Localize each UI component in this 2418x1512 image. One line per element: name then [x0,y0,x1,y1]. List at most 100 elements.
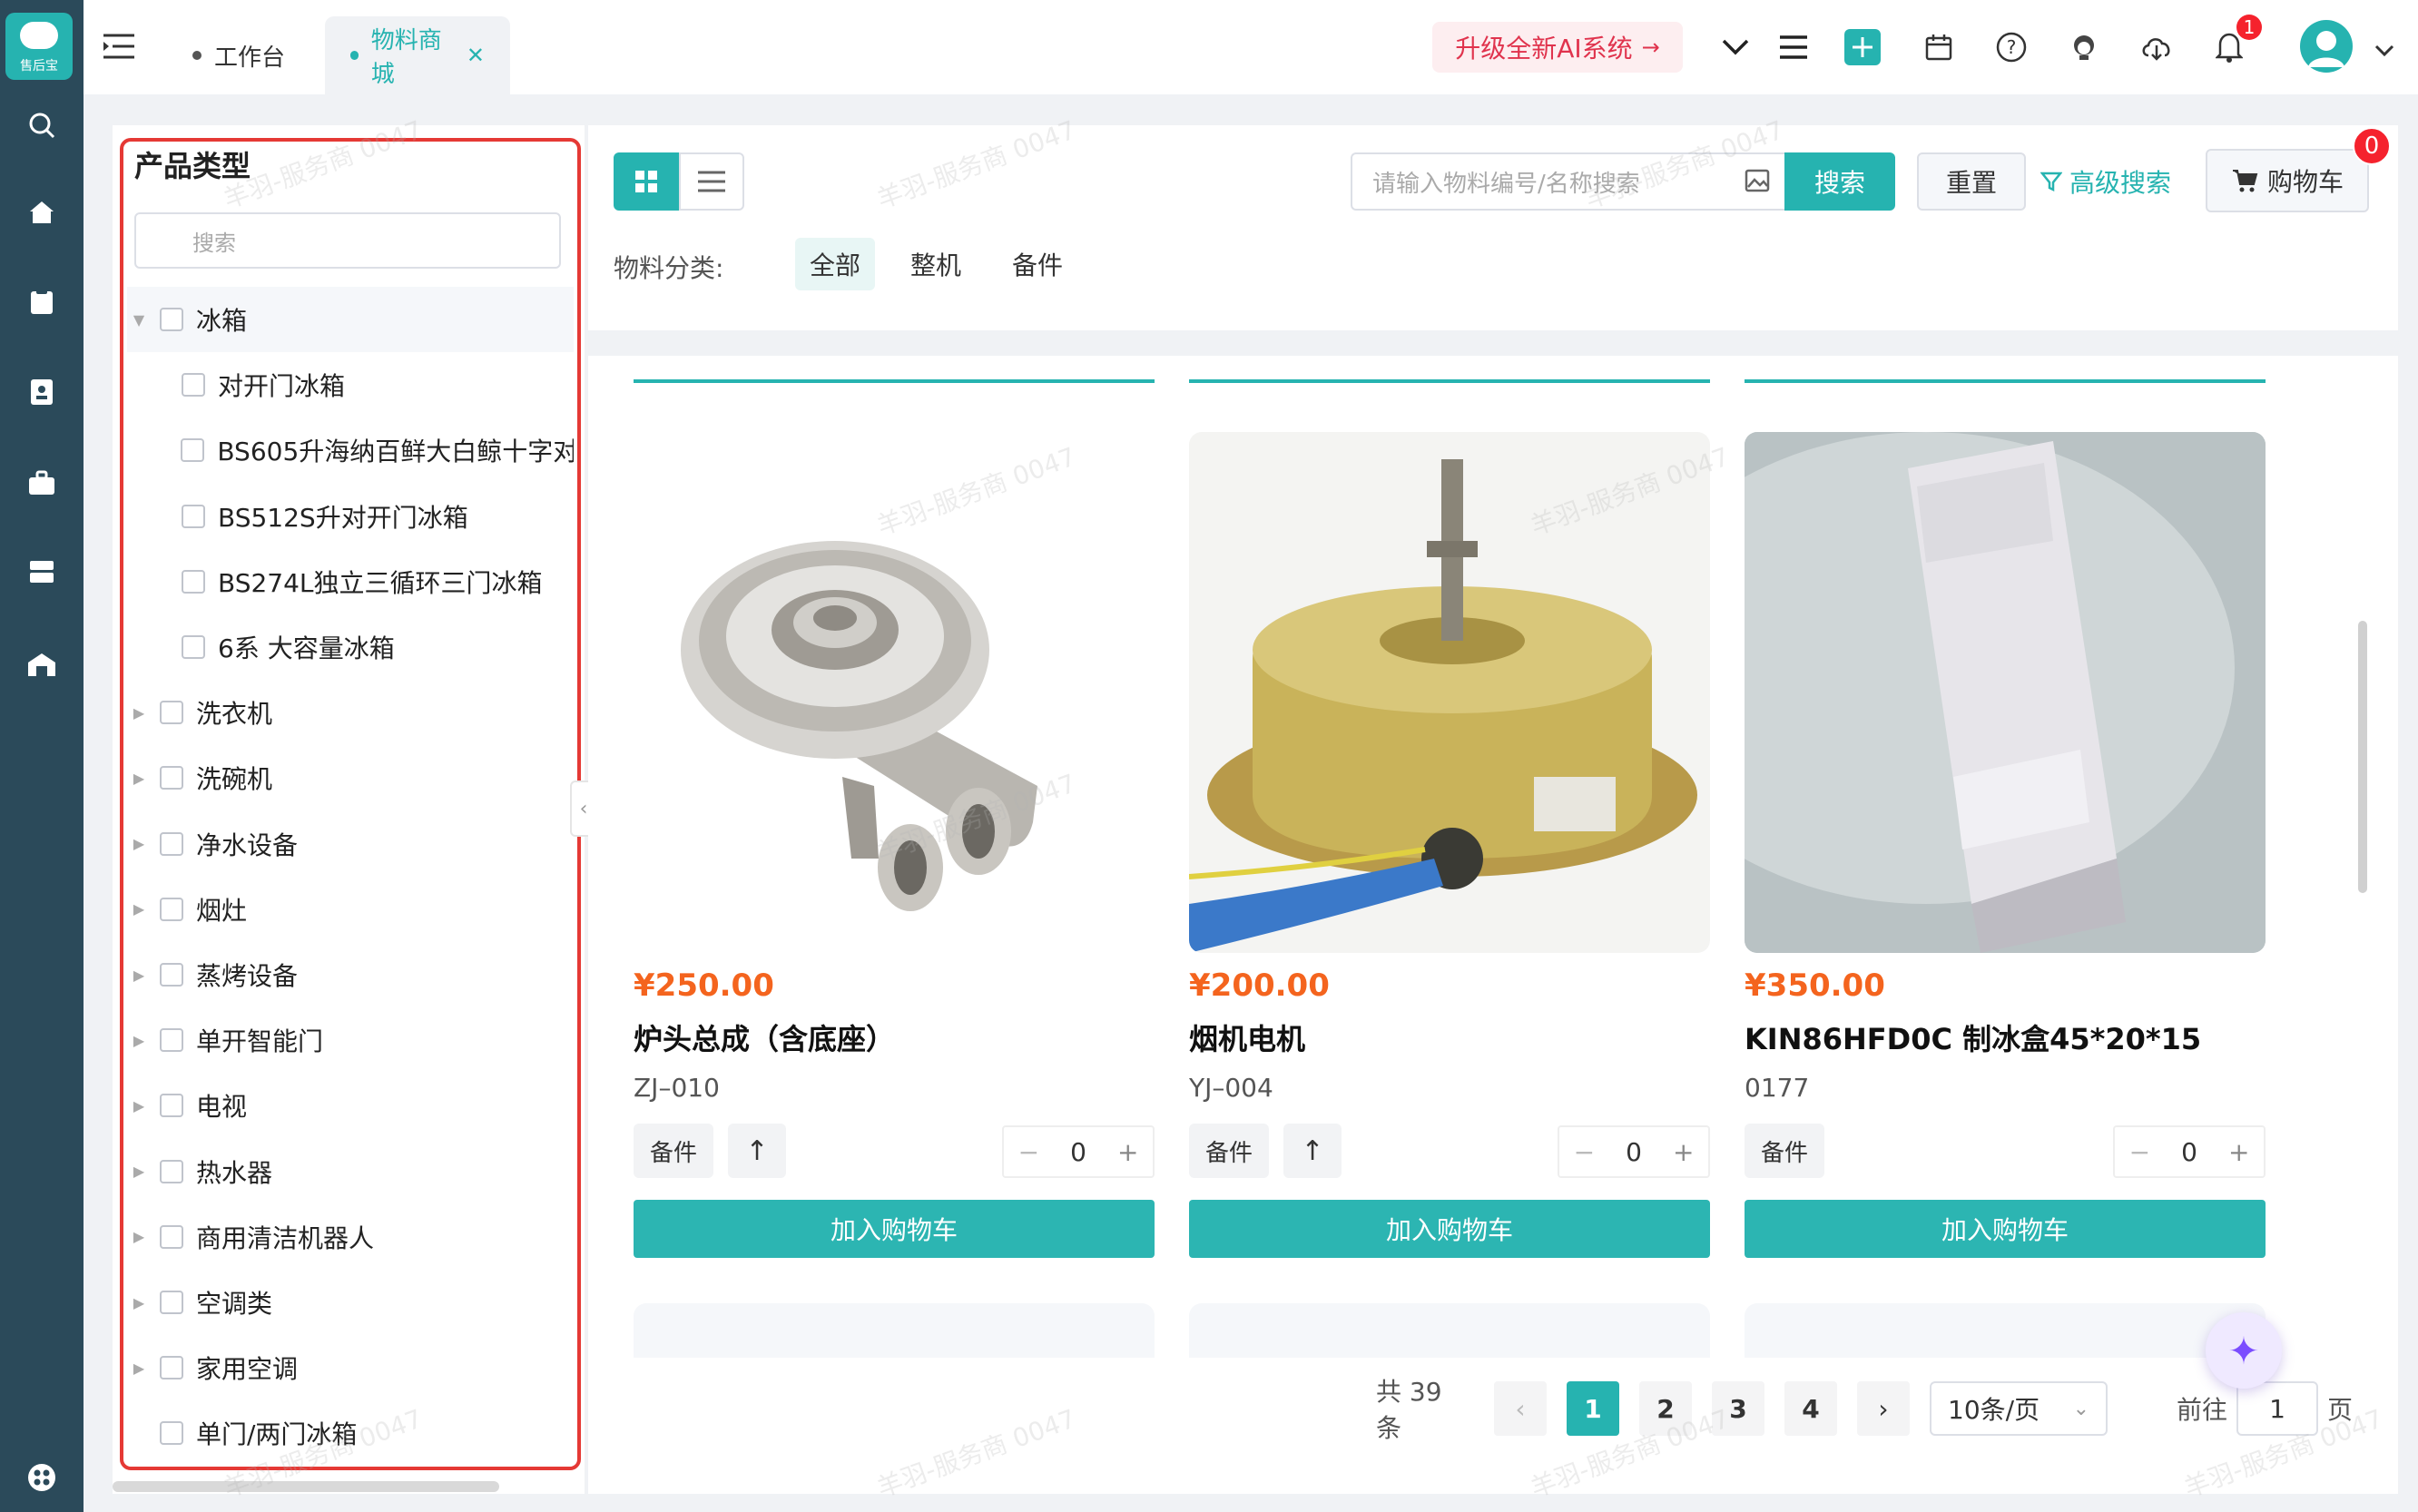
product-name[interactable]: 烟机电机 [1189,1016,1305,1058]
tree-checkbox[interactable] [160,1028,183,1053]
page-2[interactable]: 2 [1639,1381,1692,1436]
page-3[interactable]: 3 [1712,1381,1764,1436]
caret-right-icon[interactable]: ▶ [127,967,151,984]
add-icon[interactable] [1843,27,1882,67]
minus-button[interactable]: − [1559,1137,1609,1167]
caret-right-icon[interactable]: ▶ [127,1163,151,1180]
quantity-value[interactable]: 0 [2165,1137,2215,1167]
tree-checkbox[interactable] [160,1159,183,1183]
add-to-cart-button[interactable]: 加入购物车 [634,1200,1155,1258]
sort-up-button[interactable]: ↑ [1283,1124,1342,1178]
quantity-value[interactable]: 0 [1609,1137,1659,1167]
tree-checkbox[interactable] [182,504,205,528]
quantity-stepper[interactable]: −0 + [2113,1125,2266,1178]
tree-item[interactable]: ▼ 冰箱 [127,287,574,352]
warehouse-icon[interactable] [20,643,64,686]
tree-checkbox[interactable] [160,308,183,331]
product-image[interactable] [634,432,1155,953]
tree-checkbox[interactable] [160,831,183,856]
archive-icon[interactable] [20,550,64,594]
tree-item[interactable]: ▶ 净水设备 [127,811,574,877]
tree-item[interactable]: 单门/两门冰箱 [127,1400,574,1466]
tree-checkbox[interactable] [160,897,183,921]
tree-item[interactable]: BS274L独立三循环三门冰箱 [127,549,574,614]
toolbox-icon[interactable] [20,461,64,505]
caret-down-icon[interactable]: ▼ [127,311,151,329]
ai-assistant-button[interactable]: ✦ [2206,1312,2282,1389]
menu-fold-icon[interactable] [102,33,136,66]
help-icon[interactable]: ? [1991,27,2031,67]
contact-icon[interactable] [20,370,64,414]
caret-right-icon[interactable]: ▶ [127,1294,151,1311]
product-name[interactable]: 炉头总成（含底座） [634,1016,895,1058]
plus-button[interactable]: + [1658,1137,1708,1167]
tree-search-input[interactable]: 搜索 [134,212,561,269]
next-page-button[interactable]: › [1857,1381,1910,1436]
list-menu-icon[interactable] [1774,27,1814,67]
tree-checkbox[interactable] [160,701,183,725]
tree-checkbox[interactable] [181,438,205,463]
tree-checkbox[interactable] [160,1094,183,1118]
tree-checkbox[interactable] [160,1224,183,1249]
search-button[interactable]: 搜索 [1784,152,1895,211]
tree-item[interactable]: ▶ 烟灶 [127,877,574,942]
caret-right-icon[interactable]: ▶ [127,1228,151,1245]
caret-down-icon[interactable] [2374,36,2394,64]
caret-right-icon[interactable]: ▶ [127,1360,151,1377]
tree-checkbox[interactable] [160,1356,183,1380]
product-image[interactable] [1189,432,1710,953]
tree-item[interactable]: ▶ 空调类 [127,1270,574,1335]
customer-service-icon[interactable] [2064,27,2104,67]
tree-item[interactable]: ▶ 商用清洁机器人 [127,1204,574,1270]
advanced-search-button[interactable]: 高级搜索 [2040,152,2171,211]
caret-right-icon[interactable]: ▶ [127,1032,151,1049]
quantity-value[interactable]: 0 [1054,1137,1104,1167]
grid-view-button[interactable] [614,152,679,211]
horizontal-scrollbar[interactable] [113,1481,499,1492]
cart-button[interactable]: 购物车 [2206,149,2369,212]
upgrade-ai-button[interactable]: 升级全新AI系统 → [1432,22,1683,73]
product-name[interactable]: KIN86HFD0C 制冰盒45*20*15 [1745,1016,2201,1058]
clipboard-icon[interactable] [20,280,64,323]
tree-item[interactable]: ▶ 蒸烤设备 [127,942,574,1007]
apps-grid-icon[interactable] [20,1456,64,1499]
tree-item[interactable]: ▶ 热水器 [127,1139,574,1204]
category-parts[interactable]: 备件 [1000,238,1075,290]
tree-checkbox[interactable] [182,569,205,594]
category-whole-unit[interactable]: 整机 [899,238,973,290]
plus-button[interactable]: + [1103,1137,1153,1167]
tree-item[interactable]: ▶ 洗碗机 [127,745,574,810]
material-search-input[interactable]: 请输入物料编号/名称搜索 [1351,152,1784,211]
goto-page-input[interactable]: 1 [2236,1381,2318,1436]
tab-workbench[interactable]: 工作台 [192,16,285,94]
quantity-stepper[interactable]: −0 + [1002,1125,1155,1178]
calendar-icon[interactable] [1919,27,1959,67]
tree-item[interactable]: ▶ 单开智能门 [127,1007,574,1073]
tree-item[interactable]: BS512S升对开门冰箱 [127,484,574,549]
caret-right-icon[interactable]: ▶ [127,1097,151,1114]
prev-page-button[interactable]: ‹ [1494,1381,1547,1436]
home-icon[interactable] [20,191,64,234]
tree-item[interactable]: BS605升海纳百鲜大白鲸十字对 [127,417,574,483]
tree-item[interactable]: ▶ 电视 [127,1073,574,1138]
reset-button[interactable]: 重置 [1917,152,2026,211]
tree-checkbox[interactable] [160,963,183,987]
sort-up-button[interactable]: ↑ [728,1124,786,1178]
tree-item[interactable]: 6系 大容量冰箱 [127,614,574,680]
caret-right-icon[interactable]: ▶ [127,770,151,787]
list-view-button[interactable] [679,152,744,211]
tree-item[interactable]: ▶ 洗衣机 [127,680,574,745]
tree-checkbox[interactable] [182,373,205,398]
close-icon[interactable]: ✕ [467,43,485,68]
search-icon[interactable] [20,103,64,147]
tree-checkbox[interactable] [160,766,183,790]
tree-checkbox[interactable] [182,635,205,659]
vertical-scrollbar[interactable] [2358,621,2367,893]
cloud-download-icon[interactable] [2137,27,2177,67]
add-to-cart-button[interactable]: 加入购物车 [1189,1200,1710,1258]
caret-right-icon[interactable]: ▶ [127,704,151,722]
tree-item[interactable]: ▶ 家用空调 [127,1335,574,1400]
minus-button[interactable]: − [2115,1137,2165,1167]
category-all[interactable]: 全部 [795,238,875,290]
caret-right-icon[interactable]: ▶ [127,835,151,852]
